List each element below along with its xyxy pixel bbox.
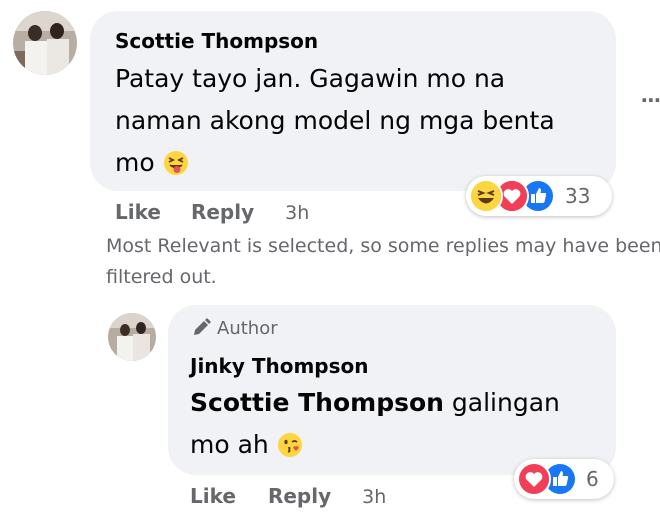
reply-reactions[interactable]: 6 [514,459,614,499]
author-badge: Author [190,317,278,339]
reply-reply-button[interactable]: Reply [268,484,331,508]
more-options-icon[interactable]: ⋯ [641,88,660,112]
reply-actions: Like Reply 3h [190,484,386,508]
reply-reaction-count: 6 [586,467,599,491]
comment-actions: Like Reply 3h [115,200,309,224]
comment-timestamp[interactable]: 3h [285,202,309,224]
comment-reaction-count: 33 [565,184,591,208]
avatar-jinky[interactable] [108,313,156,361]
squinting-tongue-emoji-icon [163,147,189,189]
reply-text: Scottie Thompson galingan mo ah [190,382,590,471]
reply-mention-link[interactable]: Scottie Thompson [190,388,444,417]
pencil-icon [190,317,212,339]
reply-timestamp[interactable]: 3h [362,486,386,508]
reply-author-name[interactable]: Jinky Thompson [190,354,369,378]
comment-author-name[interactable]: Scottie Thompson [115,29,318,53]
haha-icon [469,179,503,213]
filter-notice: Most Relevant is selected, so some repli… [106,235,660,288]
reply-button[interactable]: Reply [191,200,254,224]
kiss-emoji-icon [277,429,303,471]
comment-reactions[interactable]: 33 [466,176,612,216]
avatar-scottie[interactable] [13,11,77,75]
comment-text: Patay tayo jan. Gagawin mo na naman akon… [115,58,595,189]
reply-like-button[interactable]: Like [190,484,236,508]
love-icon [517,462,551,496]
like-button[interactable]: Like [115,200,161,224]
author-badge-label: Author [217,317,278,339]
